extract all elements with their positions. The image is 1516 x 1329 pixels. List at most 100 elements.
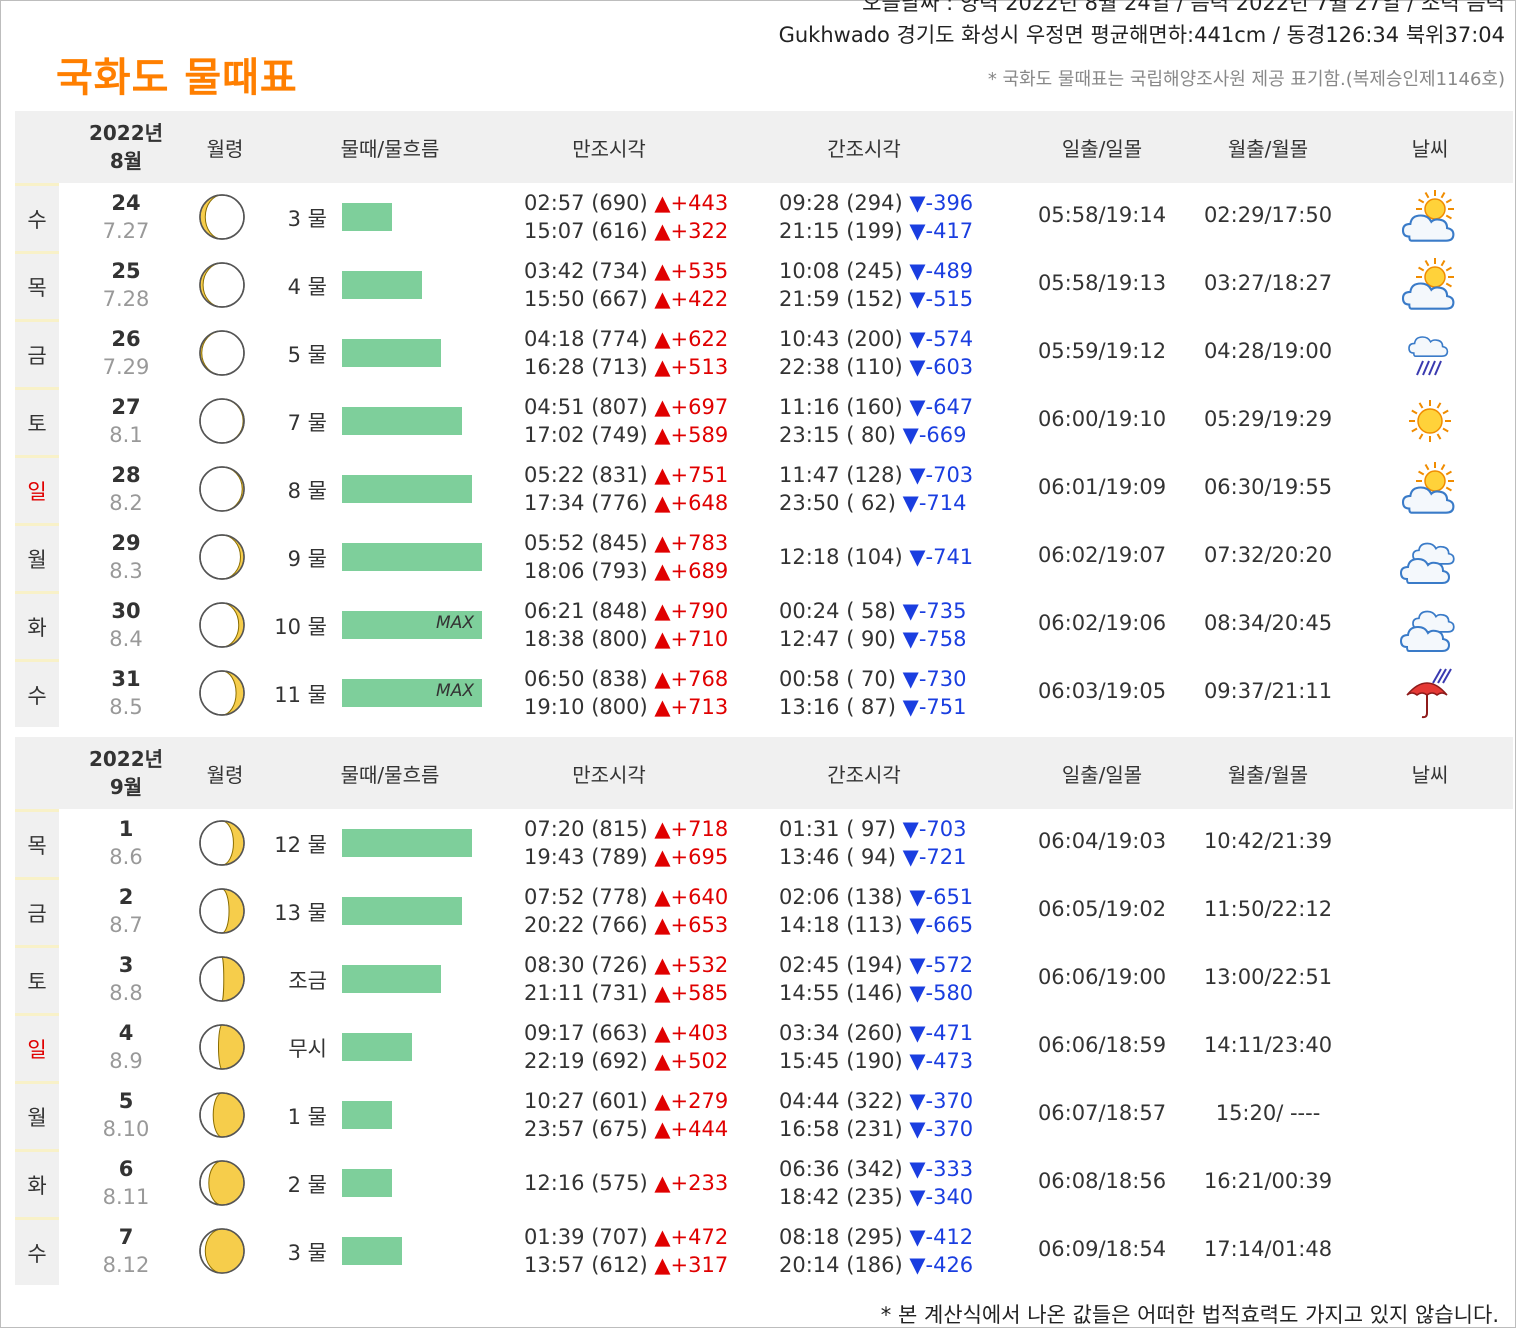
sunny-icon [1399, 393, 1461, 449]
low-tide-times: 02:06 (138) ▼-651 14:18 (113) ▼-665 [779, 883, 973, 939]
tide-difference: ▲+532 [654, 953, 729, 977]
low-tide-times-entry: 20:14 (186) ▼-426 [779, 1251, 973, 1279]
tide-time-height: 04:51 (807) [524, 395, 648, 419]
tide-difference: ▲+695 [654, 845, 729, 869]
year-month-label: 2022년 8월 [81, 111, 171, 183]
low-tide-times-entry: 04:44 (322) ▼-370 [779, 1087, 973, 1115]
tide-difference: ▼-489 [909, 259, 974, 283]
tide-flow-bar [342, 1101, 392, 1129]
moon-phase-icon [198, 193, 246, 241]
sunrise-sunset: 05:59/19:12 [1037, 339, 1167, 363]
lunar-date: 8.9 [109, 1049, 143, 1073]
sunrise-sunset: 06:08/18:56 [1037, 1169, 1167, 1193]
moon-phase-icon [198, 1227, 246, 1275]
tide-time-height: 07:52 (778) [524, 885, 648, 909]
partly-cloudy-icon [1399, 257, 1461, 313]
tide-time-height: 17:02 (749) [524, 423, 648, 447]
tide-flow-bar [342, 965, 441, 993]
high-tide-times-entry: 22:19 (692) ▲+502 [524, 1047, 728, 1075]
sunrise-sunset: 06:02/19:07 [1037, 543, 1167, 567]
date-cell: 4 8.9 [81, 1019, 171, 1075]
tide-time-height: 12:18 (104) [779, 545, 903, 569]
tide-time-height: 05:22 (831) [524, 463, 648, 487]
tide-difference: ▲+472 [654, 1225, 729, 1249]
day-of-week: 수 [15, 1217, 59, 1285]
tide-name: 4 물 [287, 275, 327, 299]
low-tide-times-entry: 12:18 (104) ▼-741 [779, 543, 973, 571]
solar-day: 28 [111, 463, 141, 487]
moon-phase-icon [198, 329, 246, 377]
high-tide-times-entry: 10:27 (601) ▲+279 [524, 1087, 728, 1115]
tide-name: 11 물 [274, 683, 327, 707]
low-tide-times-entry: 00:24 ( 58) ▼-735 [779, 597, 966, 625]
partly-cloudy-icon [1399, 461, 1461, 517]
cloudy-icon [1399, 597, 1461, 653]
low-tide-times-entry: 00:58 ( 70) ▼-730 [779, 665, 966, 693]
tide-time-height: 18:38 (800) [524, 627, 648, 651]
tide-flow-bar [342, 407, 462, 435]
low-tide-times: 02:45 (194) ▼-572 14:55 (146) ▼-580 [779, 951, 973, 1007]
high-tide-times-entry: 08:30 (726) ▲+532 [524, 951, 728, 979]
tide-time-height: 20:22 (766) [524, 913, 648, 937]
tide-difference: ▲+279 [654, 1089, 729, 1113]
lunar-date: 8.5 [109, 695, 143, 719]
date-cell: 26 7.29 [81, 325, 171, 381]
tide-difference: ▼-370 [909, 1117, 974, 1141]
tide-difference: ▲+718 [654, 817, 729, 841]
date-cell: 1 8.6 [81, 815, 171, 871]
tide-difference: ▲+589 [654, 423, 729, 447]
column-header-tide: 물때/물흐름 [340, 136, 440, 161]
tide-difference: ▼-721 [902, 845, 967, 869]
tide-time-height: 10:27 (601) [524, 1089, 648, 1113]
column-header-moon: 월령 [206, 762, 244, 787]
tide-difference: ▼-396 [909, 191, 974, 215]
tide-name: 8 물 [287, 479, 327, 503]
tide-difference: ▲+689 [654, 559, 729, 583]
high-tide-times-entry: 19:10 (800) ▲+713 [524, 693, 728, 721]
low-tide-times-entry: 11:16 (160) ▼-647 [779, 393, 973, 421]
column-header-high: 만조시각 [572, 762, 646, 787]
solar-day: 25 [111, 259, 141, 283]
lunar-date: 8.2 [109, 491, 143, 515]
table-row: 수 7 8.12 3 물 01:39 (707) ▲+472 13:57 (612) ▲+… [15, 1217, 1513, 1285]
tide-difference: ▼-572 [909, 953, 974, 977]
cloudy-icon [1399, 529, 1461, 585]
tide-name: 2 물 [287, 1173, 327, 1197]
tide-time-height: 22:38 (110) [779, 355, 903, 379]
tide-difference: ▲+648 [654, 491, 729, 515]
tide-time-height: 21:59 (152) [779, 287, 903, 311]
column-header-low: 간조시각 [827, 136, 901, 161]
high-tide-times-entry: 06:21 (848) ▲+790 [524, 597, 728, 625]
table-row: 토 3 8.8 조금 08:30 (726) ▲+532 21:11 (731) ▲+58… [15, 945, 1513, 1013]
max-flow-label: MAX [436, 613, 474, 633]
tide-difference: ▼-714 [902, 491, 967, 515]
tide-name: 조금 [288, 969, 327, 993]
low-tide-times: 11:16 (160) ▼-647 23:15 ( 80) ▼-669 [779, 393, 973, 449]
high-tide-times-entry: 05:22 (831) ▲+751 [524, 461, 728, 489]
tide-name: 10 물 [274, 615, 327, 639]
date-cell: 5 8.10 [81, 1087, 171, 1143]
table-row: 목 25 7.28 4 물 03:42 (734) ▲+535 15:50 (667) ▲… [15, 251, 1513, 319]
low-tide-times-entry: 02:06 (138) ▼-651 [779, 883, 973, 911]
low-tide-times: 11:47 (128) ▼-703 23:50 ( 62) ▼-714 [779, 461, 973, 517]
tide-time-height: 23:15 ( 80) [779, 423, 896, 447]
tide-difference: ▲+653 [654, 913, 729, 937]
tide-flow-bar [342, 203, 392, 231]
low-tide-times: 04:44 (322) ▼-370 16:58 (231) ▼-370 [779, 1087, 973, 1143]
day-of-week: 일 [15, 455, 59, 523]
tide-flow-bar [342, 897, 462, 925]
tide-name: 5 물 [287, 343, 327, 367]
high-tide-times-entry: 15:07 (616) ▲+322 [524, 217, 728, 245]
tide-difference: ▼-417 [909, 219, 974, 243]
high-tide-times: 04:51 (807) ▲+697 17:02 (749) ▲+589 [524, 393, 728, 449]
moonrise-moonset: 13:00/22:51 [1203, 965, 1333, 989]
tide-difference: ▼-741 [909, 545, 974, 569]
date-cell: 7 8.12 [81, 1223, 171, 1279]
moonrise-moonset: 09:37/21:11 [1203, 679, 1333, 703]
high-tide-times-entry: 06:50 (838) ▲+768 [524, 665, 728, 693]
tide-flow-bar [342, 1169, 392, 1197]
moonrise-moonset: 15:20/ ---- [1215, 1101, 1321, 1125]
lunar-date: 8.4 [109, 627, 143, 651]
low-tide-times: 10:08 (245) ▼-489 21:59 (152) ▼-515 [779, 257, 973, 313]
tide-flow-bar [342, 543, 482, 571]
